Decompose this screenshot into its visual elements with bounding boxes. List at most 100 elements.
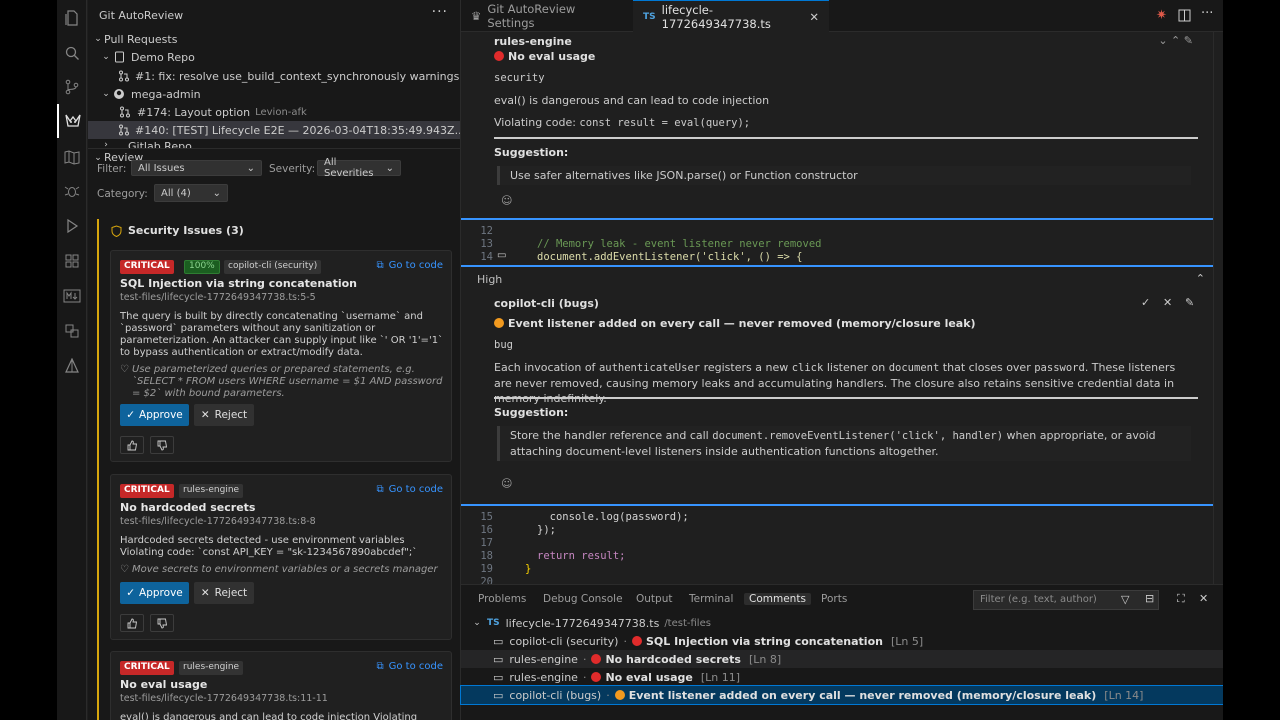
critical-dot-icon (494, 51, 504, 61)
close-icon: ✕ (200, 587, 210, 599)
edit-icon[interactable]: ✎ (1185, 296, 1194, 309)
severity-select[interactable]: All Severities ⌄ (317, 157, 401, 179)
line-number: 18 (480, 550, 493, 562)
explorer-icon[interactable] (57, 1, 87, 35)
tab-output[interactable]: Output (636, 593, 672, 605)
comments-filter-input[interactable]: Filter (e.g. text, author) (973, 590, 1159, 610)
comments-file-row[interactable]: ⌄ TS lifecycle-1772649347738.ts /test-fi… (461, 614, 1223, 632)
category-select[interactable]: All (4) ⌄ (154, 184, 228, 202)
deploy-icon[interactable] (57, 349, 87, 383)
tab-lifecycle[interactable]: TS lifecycle-1772649347738.ts ✕ (633, 0, 829, 32)
tab-debug-console[interactable]: Debug Console (543, 593, 623, 605)
issue-description: The query is built by directly concatena… (120, 311, 444, 358)
suggestion-block: Store the handler reference and call doc… (497, 426, 1191, 461)
reject-button[interactable]: ✕ Reject (194, 582, 254, 604)
copilot-icon[interactable]: ✷ (1156, 8, 1167, 23)
pr-item-174[interactable]: #174: Layout option Levion-afk (88, 103, 460, 121)
filter-icon[interactable]: ▽ (1121, 593, 1129, 606)
tab-settings[interactable]: ♛ Git AutoReview Settings (461, 0, 633, 32)
file-path: /test-files (664, 617, 711, 629)
high-dot-icon (494, 318, 504, 328)
approve-button[interactable]: ✓ Approve (120, 404, 189, 426)
add-reaction-icon[interactable]: ☺ (501, 477, 512, 490)
comment-category: bug (494, 339, 513, 351)
reject-button[interactable]: ✕ Reject (194, 404, 254, 426)
issue-file[interactable]: test-files/lifecycle-1772649347738.ts:8-… (120, 516, 316, 527)
bottom-panel: Problems Debug Console Output Terminal C… (460, 584, 1223, 720)
collapse-all-icon[interactable]: ⊟ (1145, 592, 1154, 605)
more-actions-icon[interactable]: ··· (1201, 6, 1213, 21)
open-file-icon: ⧉ (376, 661, 384, 672)
issue-file[interactable]: test-files/lifecycle-1772649347738.ts:11… (120, 693, 328, 704)
tab-terminal[interactable]: Terminal (689, 593, 733, 605)
more-actions-icon[interactable]: ··· (432, 4, 448, 20)
split-editor-icon[interactable] (1178, 9, 1191, 22)
tab-comments[interactable]: Comments (744, 593, 811, 605)
comment-row[interactable]: ▭ copilot-cli (bugs) · Event listener adde… (460, 685, 1223, 705)
comment-row[interactable]: ▭ rules-engine · No hardcoded secrets [Ln 8… (461, 650, 1223, 668)
confidence-badge: 100% (184, 260, 220, 274)
comment-message: Each invocation of authenticateUser regi… (494, 361, 1176, 405)
comment-category: security (494, 72, 545, 84)
severity-badge: CRITICAL (120, 661, 174, 675)
chevron-up-icon[interactable]: ⌃ (1196, 272, 1205, 285)
go-to-code-link[interactable]: ⧉ Go to code (376, 661, 443, 672)
pull-requests-section[interactable]: ⌄ Pull Requests (88, 30, 460, 48)
source-badge: copilot-cli (security) (224, 260, 322, 274)
thumbs-up-icon[interactable] (120, 614, 144, 632)
line-number: 17 (480, 537, 493, 549)
pr-title: #140: [TEST] Lifecycle E2E — 2026-03-04T… (135, 123, 461, 137)
lightbulb-icon: ♡ (120, 564, 129, 575)
tab-ports[interactable]: Ports (821, 593, 847, 605)
source-control-icon[interactable] (57, 70, 87, 104)
divider (494, 137, 1198, 139)
pr-item-140[interactable]: #140: [TEST] Lifecycle E2E — 2026-03-04T… (88, 121, 461, 139)
issue-file[interactable]: test-files/lifecycle-1772649347738.ts:5-… (120, 292, 316, 303)
review-comment-thread: rules-engine ⌄ ⌃ ✎ No eval usage securit… (461, 32, 1213, 220)
markdown-icon[interactable] (57, 279, 87, 313)
file-name: lifecycle-1772649347738.ts (505, 616, 660, 630)
pr-item-1[interactable]: #1: fix: resolve use_build_context_synch… (88, 67, 461, 85)
remote-explorer-icon[interactable] (57, 314, 87, 348)
check-icon[interactable]: ✓ (1141, 296, 1150, 309)
comment-gutter-icon[interactable]: ▭ (497, 250, 506, 261)
comment-row[interactable]: ▭ rules-engine · No eval usage [Ln 11] (461, 668, 1223, 686)
code-editor[interactable]: rules-engine ⌄ ⌃ ✎ No eval usage securit… (461, 32, 1223, 584)
comment-author: rules-engine (494, 35, 572, 48)
map-icon[interactable] (57, 140, 87, 174)
comment-icon: ▭ (493, 634, 504, 648)
category-label: Category: (97, 188, 148, 200)
suggestion-label: Suggestion: (494, 146, 569, 159)
issue-card: CRITICAL rules-engine ⧉ Go to code No har… (110, 474, 452, 640)
thumbs-up-icon[interactable] (120, 436, 144, 454)
go-to-code-link[interactable]: ⧉ Go to code (376, 260, 443, 271)
tab-problems[interactable]: Problems (478, 593, 526, 605)
maximize-panel-icon[interactable]: ⛶ (1177, 592, 1185, 606)
sidebar-title: Git AutoReview (99, 9, 184, 22)
run-icon[interactable] (57, 209, 87, 243)
thumbs-down-icon[interactable] (150, 614, 174, 632)
line-number: 12 (480, 225, 493, 237)
close-panel-icon[interactable]: ✕ (1199, 592, 1208, 605)
divider (494, 397, 1198, 399)
thumbs-down-icon[interactable] (150, 436, 174, 454)
typescript-icon: TS (643, 11, 656, 22)
comment-actions[interactable]: ⌄ ⌃ ✎ (1158, 34, 1193, 47)
approve-button[interactable]: ✓ Approve (120, 582, 189, 604)
repo-mega-admin[interactable]: ⌄ mega-admin (88, 85, 460, 103)
comment-title: Event listener added on every call — nev… (494, 316, 976, 331)
go-to-code-link[interactable]: ⧉ Go to code (376, 484, 443, 495)
repo-demo[interactable]: ⌄ Demo Repo (88, 48, 460, 66)
git-autoreview-icon[interactable] (57, 104, 87, 138)
add-reaction-icon[interactable]: ☺ (501, 194, 512, 207)
security-section-header[interactable]: Security Issues (3) (111, 224, 244, 237)
comment-row[interactable]: ▭ copilot-cli (security) · SQL Injection v… (461, 632, 1223, 650)
pr-title: #1: fix: resolve use_build_context_synch… (135, 69, 461, 83)
close-icon[interactable]: ✕ (809, 10, 819, 24)
filter-select[interactable]: All Issues ⌄ (131, 160, 262, 176)
debug-icon[interactable] (57, 174, 87, 208)
extensions-icon[interactable] (57, 244, 87, 278)
scrollbar[interactable] (1213, 32, 1223, 584)
close-icon[interactable]: ✕ (1163, 296, 1172, 309)
search-icon[interactable] (57, 36, 87, 70)
